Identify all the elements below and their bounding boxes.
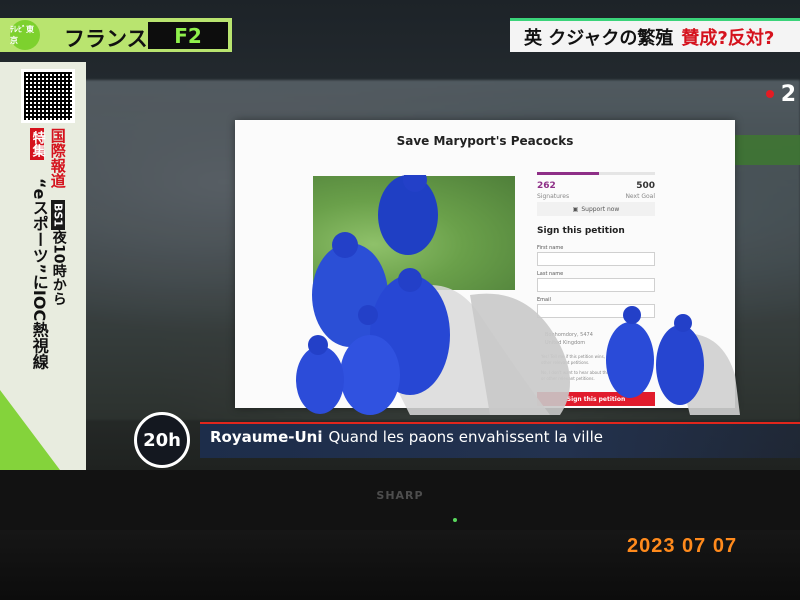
tv-screen: ﾃﾚﾋﾞ東京 フランス F2 英 クジャクの繁殖 賛成?反対? 特集 国際報道 … — [0, 0, 800, 470]
channel-logo: ﾃﾚﾋﾞ東京 — [10, 20, 40, 50]
lower-third-caption: Royaume-Uni Quand les paons envahissent l… — [210, 428, 603, 446]
peacock-group-left — [296, 175, 570, 415]
program-badge: 20h — [134, 412, 190, 468]
promo-program-name: 国際報道 — [48, 128, 67, 188]
headline-question: 賛成?反対? — [681, 27, 775, 49]
peacock-group-right — [606, 306, 740, 415]
headline-main: 英 クジャクの繁殖 — [524, 27, 674, 49]
power-led-icon — [453, 518, 457, 522]
headline-banner: 英 クジャクの繁殖 賛成?反対? — [510, 18, 800, 52]
caption-country: Royaume-Uni — [210, 428, 323, 446]
broadcaster-dot-icon — [766, 90, 774, 98]
qr-code-icon — [21, 69, 75, 123]
petition-title: Save Maryport's Peacocks — [396, 134, 574, 148]
background-grass — [730, 135, 800, 165]
green-corner-accent — [0, 390, 60, 470]
broadcaster-logo: 2 — [780, 82, 796, 107]
channel-country: フランス — [64, 27, 148, 51]
caption-text: Quand les paons envahissent la ville — [328, 428, 603, 446]
photo-datestamp: 2023 07 07 — [627, 535, 738, 557]
promo-tag: 特集 — [30, 128, 45, 160]
promo-topic: “eスポーツ”にIOC熱視線 — [29, 178, 49, 370]
promo-channel-badge: BS1 — [51, 200, 65, 230]
peacocks-illustration — [296, 175, 740, 415]
promo-time: 夜10時から — [50, 230, 67, 306]
tv-brand-logo: SHARP — [376, 489, 424, 502]
channel-name: F2 — [148, 22, 228, 49]
